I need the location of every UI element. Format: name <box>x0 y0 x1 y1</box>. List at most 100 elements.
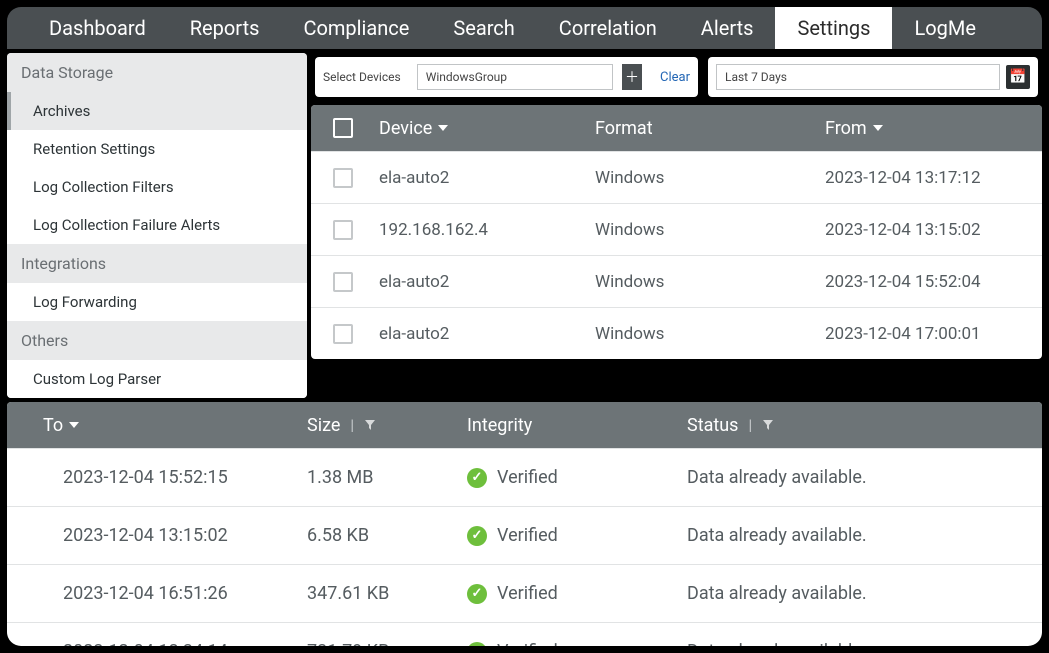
col-size-label: Size <box>307 415 340 436</box>
cell-status: Data already available. <box>687 641 1042 646</box>
date-range-box: Last 7 Days 📅 <box>708 57 1038 97</box>
archives-table-right: To Size | Integrity Status | <box>7 402 1042 646</box>
sidebar-section-integrations: Integrations <box>7 244 307 283</box>
table-row[interactable]: 2023-12-04 15:52:15 1.38 MB ✓ Verified D… <box>7 448 1042 506</box>
sidebar-item-log-collection-filters[interactable]: Log Collection Filters <box>7 168 307 206</box>
add-device-button[interactable]: ＋ <box>622 64 642 90</box>
cell-to: 2023-12-04 16:51:26 <box>7 583 307 604</box>
row-checkbox[interactable] <box>333 168 353 188</box>
select-all-checkbox[interactable] <box>333 118 353 138</box>
row-checkbox[interactable] <box>333 272 353 292</box>
cell-format: Windows <box>595 220 825 240</box>
top-nav: Dashboard Reports Compliance Search Corr… <box>7 7 1042 49</box>
cell-size: 731.79 KB <box>307 641 467 646</box>
archives-table-left: Device Format From <box>311 105 1042 359</box>
cell-integrity: ✓ Verified <box>467 467 687 488</box>
col-integrity-label: Integrity <box>467 415 532 436</box>
nav-settings[interactable]: Settings <box>775 7 892 49</box>
sidebar-item-custom-log-parser[interactable]: Custom Log Parser <box>7 360 307 398</box>
device-filter-box: Select Devices WindowsGroup ＋ Clear <box>315 57 698 97</box>
filter-icon[interactable] <box>762 415 774 436</box>
device-filter-input[interactable]: WindowsGroup <box>417 64 613 90</box>
check-circle-icon: ✓ <box>467 584 487 604</box>
sidebar-item-retention-settings[interactable]: Retention Settings <box>7 130 307 168</box>
cell-size: 1.38 MB <box>307 467 467 488</box>
cell-from: 2023-12-04 13:15:02 <box>825 220 1042 240</box>
cell-from: 2023-12-04 17:00:01 <box>825 324 1042 344</box>
col-format[interactable]: Format <box>595 118 825 139</box>
col-from[interactable]: From <box>825 118 1042 139</box>
nav-reports[interactable]: Reports <box>168 7 282 49</box>
sidebar-item-log-forwarding[interactable]: Log Forwarding <box>7 283 307 321</box>
sidebar-section-data-storage: Data Storage <box>7 53 307 92</box>
cell-from: 2023-12-04 15:52:04 <box>825 272 1042 292</box>
table-row[interactable]: ela-auto2 Windows 2023-12-04 13:17:12 <box>311 151 1042 203</box>
cell-to: 2023-12-04 13:15:02 <box>7 525 307 546</box>
col-to-label: To <box>43 415 63 436</box>
sidebar-item-archives[interactable]: Archives <box>7 92 307 130</box>
table-row[interactable]: ela-auto2 Windows 2023-12-04 15:52:04 <box>311 255 1042 307</box>
col-status[interactable]: Status | <box>687 415 1042 436</box>
table-row[interactable]: 192.168.162.4 Windows 2023-12-04 13:15:0… <box>311 203 1042 255</box>
col-size[interactable]: Size | <box>307 415 467 436</box>
nav-correlation[interactable]: Correlation <box>537 7 679 49</box>
integrity-text: Verified <box>497 467 558 488</box>
cell-status: Data already available. <box>687 467 1042 488</box>
nav-compliance[interactable]: Compliance <box>281 7 431 49</box>
row-checkbox[interactable] <box>333 220 353 240</box>
sort-down-icon <box>69 422 79 428</box>
plus-icon: ＋ <box>625 67 639 87</box>
cell-size: 347.61 KB <box>307 583 467 604</box>
col-from-label: From <box>825 118 867 139</box>
integrity-text: Verified <box>497 583 558 604</box>
cell-status: Data already available. <box>687 525 1042 546</box>
sidebar-section-others: Others <box>7 321 307 360</box>
sidebar: Data Storage Archives Retention Settings… <box>7 53 307 398</box>
col-format-label: Format <box>595 118 653 139</box>
table-row[interactable]: 2023-12-04 16:51:26 347.61 KB ✓ Verified… <box>7 564 1042 622</box>
cell-integrity: ✓ Verified <box>467 641 687 646</box>
nav-alerts[interactable]: Alerts <box>679 7 776 49</box>
cell-integrity: ✓ Verified <box>467 525 687 546</box>
table1-header-row: Device Format From <box>311 105 1042 151</box>
nav-search[interactable]: Search <box>431 7 536 49</box>
date-range-input[interactable]: Last 7 Days <box>716 64 1000 90</box>
table-row[interactable]: ela-auto2 Windows 2023-12-04 17:00:01 <box>311 307 1042 359</box>
cell-device: ela-auto2 <box>375 272 595 292</box>
nav-logme[interactable]: LogMe <box>892 7 997 49</box>
check-circle-icon: ✓ <box>467 526 487 546</box>
sort-down-icon <box>873 125 883 131</box>
integrity-text: Verified <box>497 525 558 546</box>
calendar-icon[interactable]: 📅 <box>1006 65 1030 89</box>
sidebar-item-log-collection-failure-alerts[interactable]: Log Collection Failure Alerts <box>7 206 307 244</box>
select-devices-label: Select Devices <box>323 70 401 84</box>
divider-icon: | <box>350 416 354 434</box>
cell-to: 2023-12-04 15:52:15 <box>7 467 307 488</box>
nav-dashboard[interactable]: Dashboard <box>27 7 168 49</box>
filter-bar: Select Devices WindowsGroup ＋ Clear Last… <box>311 53 1042 101</box>
cell-size: 6.58 KB <box>307 525 467 546</box>
col-device[interactable]: Device <box>375 118 595 139</box>
table-row[interactable]: 2023-12-04 13:15:02 6.58 KB ✓ Verified D… <box>7 506 1042 564</box>
row-checkbox[interactable] <box>333 324 353 344</box>
cell-format: Windows <box>595 168 825 188</box>
cell-format: Windows <box>595 324 825 344</box>
cell-format: Windows <box>595 272 825 292</box>
sort-down-icon <box>438 125 448 131</box>
table2-header-row: To Size | Integrity Status | <box>7 402 1042 448</box>
filter-icon[interactable] <box>364 415 376 436</box>
cell-device: ela-auto2 <box>375 324 595 344</box>
check-circle-icon: ✓ <box>467 468 487 488</box>
cell-to: 2023-12-04 18:34:14 <box>7 641 307 646</box>
col-to[interactable]: To <box>7 415 307 436</box>
table-row[interactable]: 2023-12-04 18:34:14 731.79 KB ✓ Verified… <box>7 622 1042 646</box>
cell-device: 192.168.162.4 <box>375 220 595 240</box>
col-device-label: Device <box>379 118 432 139</box>
cell-integrity: ✓ Verified <box>467 583 687 604</box>
col-integrity[interactable]: Integrity <box>467 415 687 436</box>
cell-device: ela-auto2 <box>375 168 595 188</box>
check-circle-icon: ✓ <box>467 642 487 646</box>
clear-devices-link[interactable]: Clear <box>660 70 690 85</box>
cell-status: Data already available. <box>687 583 1042 604</box>
integrity-text: Verified <box>497 641 558 646</box>
